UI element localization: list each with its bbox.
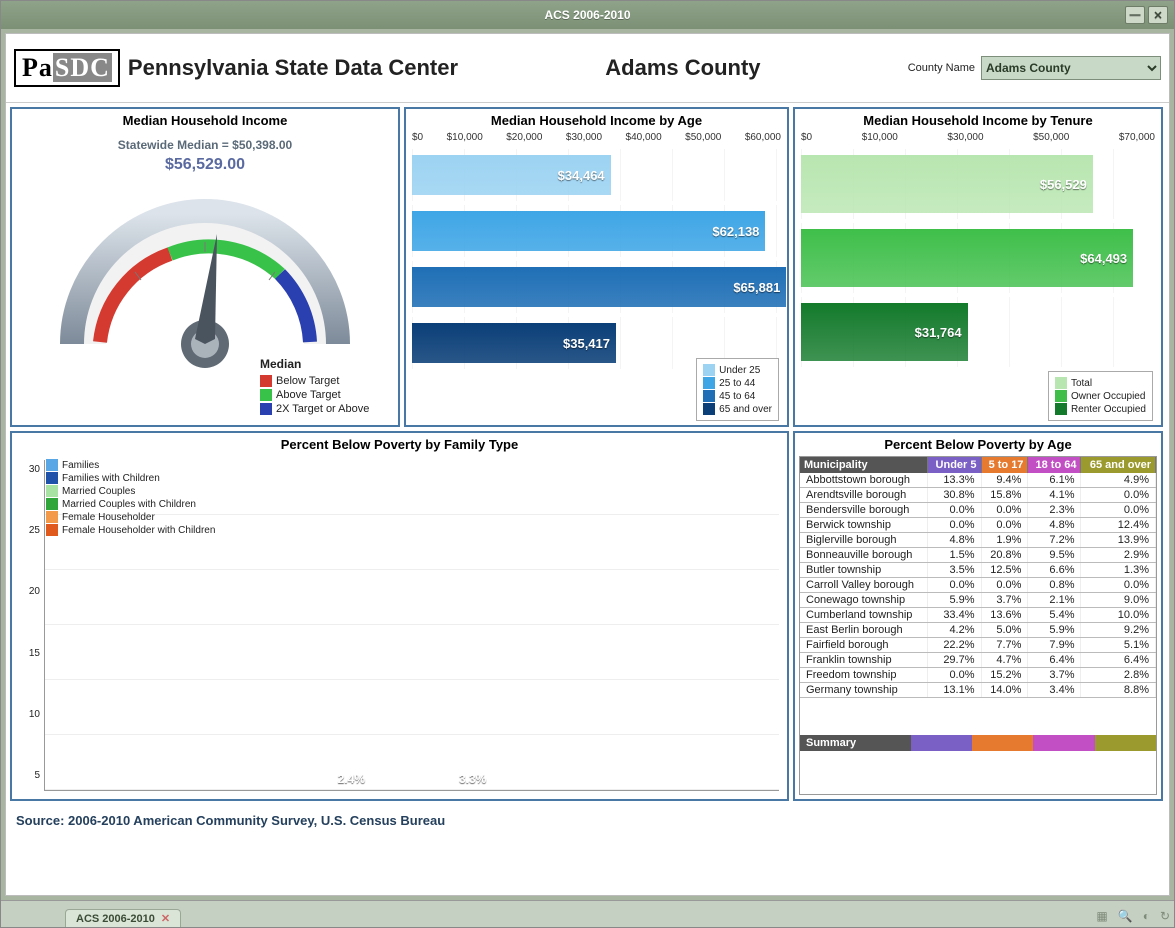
table-row[interactable]: Bonneauville borough1.5%20.8%9.5%2.9% <box>800 548 1156 563</box>
tab-close-icon[interactable]: ✕ <box>161 912 170 925</box>
county-select-label: County Name <box>908 62 975 74</box>
header: PaSDC Pennsylvania State Data Center Ada… <box>6 34 1169 103</box>
table-row[interactable]: Butler township3.5%12.5%6.6%1.3% <box>800 563 1156 578</box>
table-row[interactable]: Freedom township0.0%15.2%3.7%2.8% <box>800 668 1156 683</box>
gauge-panel: Median Household Income Statewide Median… <box>10 107 400 427</box>
org-name: Pennsylvania State Data Center <box>128 55 458 81</box>
window-titlebar: ACS 2006-2010 — ✕ <box>1 1 1174 29</box>
refresh-icon[interactable]: ↻ <box>1160 909 1170 923</box>
table-row[interactable]: Arendtsville borough30.8%15.8%4.1%0.0% <box>800 488 1156 503</box>
logo: PaSDC <box>14 49 120 87</box>
table-title: Percent Below Poverty by Age <box>795 433 1161 456</box>
age-chart-title: Median Household Income by Age <box>406 109 787 132</box>
table-row[interactable]: Franklin township29.7%4.7%6.4%6.4% <box>800 653 1156 668</box>
close-icon[interactable]: ✕ <box>1148 6 1168 24</box>
table-row[interactable]: Conewago township5.9%3.7%2.1%9.0% <box>800 593 1156 608</box>
poverty-table-panel: Percent Below Poverty by Age Municipalit… <box>793 431 1163 801</box>
table-row[interactable]: Cumberland township33.4%13.6%5.4%10.0% <box>800 608 1156 623</box>
age-chart-plot: $34,464$62,138$65,881$35,417Under 2525 t… <box>406 143 787 425</box>
grid-icon[interactable]: ▦ <box>1096 909 1107 923</box>
table-row[interactable]: Abbottstown borough13.3%9.4%6.1%4.9% <box>800 473 1156 488</box>
tenure-chart-legend: TotalOwner OccupiedRenter Occupied <box>1048 371 1153 421</box>
gauge-statewide-label: Statewide Median = $50,398.00 <box>12 138 398 152</box>
gauge-value: $56,529.00 <box>12 156 398 174</box>
tenure-chart-axis: $0$10,000$30,000$50,000$70,000 <box>795 132 1161 143</box>
tenure-chart-title: Median Household Income by Tenure <box>795 109 1161 132</box>
family-chart-legend: FamiliesFamilies with ChildrenMarried Co… <box>46 458 215 537</box>
poverty-table-scroll[interactable]: MunicipalityUnder 55 to 1718 to 6465 and… <box>800 457 1156 735</box>
family-chart-yaxis: 30252015105 <box>20 460 44 791</box>
age-chart-axis: $0$10,000$20,000$30,000$40,000$50,000$60… <box>406 132 787 143</box>
table-row[interactable]: Bendersville borough0.0%0.0%2.3%0.0% <box>800 503 1156 518</box>
family-chart-title: Percent Below Poverty by Family Type <box>12 433 787 456</box>
age-chart-legend: Under 2525 to 4445 to 6465 and over <box>696 358 779 421</box>
county-select[interactable]: Adams County <box>981 56 1161 80</box>
chart-icon[interactable]: ◐ <box>1143 909 1150 923</box>
status-bar: ACS 2006-2010 ✕ ▦ 🔍 ◐ ↻ <box>1 900 1174 927</box>
gauge-graphic <box>45 174 365 374</box>
window-title: ACS 2006-2010 <box>544 8 630 22</box>
table-row[interactable]: East Berlin borough4.2%5.0%5.9%9.2% <box>800 623 1156 638</box>
sheet-tab[interactable]: ACS 2006-2010 ✕ <box>65 909 181 927</box>
minimize-icon[interactable]: — <box>1125 6 1145 24</box>
poverty-table: MunicipalityUnder 55 to 1718 to 6465 and… <box>800 457 1156 698</box>
gauge-title: Median Household Income <box>12 109 398 132</box>
table-row[interactable]: Fairfield borough22.2%7.7%7.9%5.1% <box>800 638 1156 653</box>
income-by-age-panel: Median Household Income by Age $0$10,000… <box>404 107 789 427</box>
tenure-chart-plot: $56,529$64,493$31,764TotalOwner Occupied… <box>795 143 1161 425</box>
table-row[interactable]: Germany township13.1%14.0%3.4%8.8% <box>800 683 1156 698</box>
family-chart-panel: Percent Below Poverty by Family Type 302… <box>10 431 789 801</box>
source-citation: Source: 2006-2010 American Community Sur… <box>10 805 1163 835</box>
region-title: Adams County <box>458 55 908 81</box>
table-row[interactable]: Carroll Valley borough0.0%0.0%0.8%0.0% <box>800 578 1156 593</box>
table-row[interactable]: Berwick township0.0%0.0%4.8%12.4% <box>800 518 1156 533</box>
table-summary-row: Summary <box>800 735 1156 751</box>
table-row[interactable]: Biglerville borough4.8%1.9%7.2%13.9% <box>800 533 1156 548</box>
income-by-tenure-panel: Median Household Income by Tenure $0$10,… <box>793 107 1163 427</box>
search-icon[interactable]: 🔍 <box>1118 909 1133 923</box>
gauge-legend: Median Below Target Above Target 2X Targ… <box>260 357 369 417</box>
